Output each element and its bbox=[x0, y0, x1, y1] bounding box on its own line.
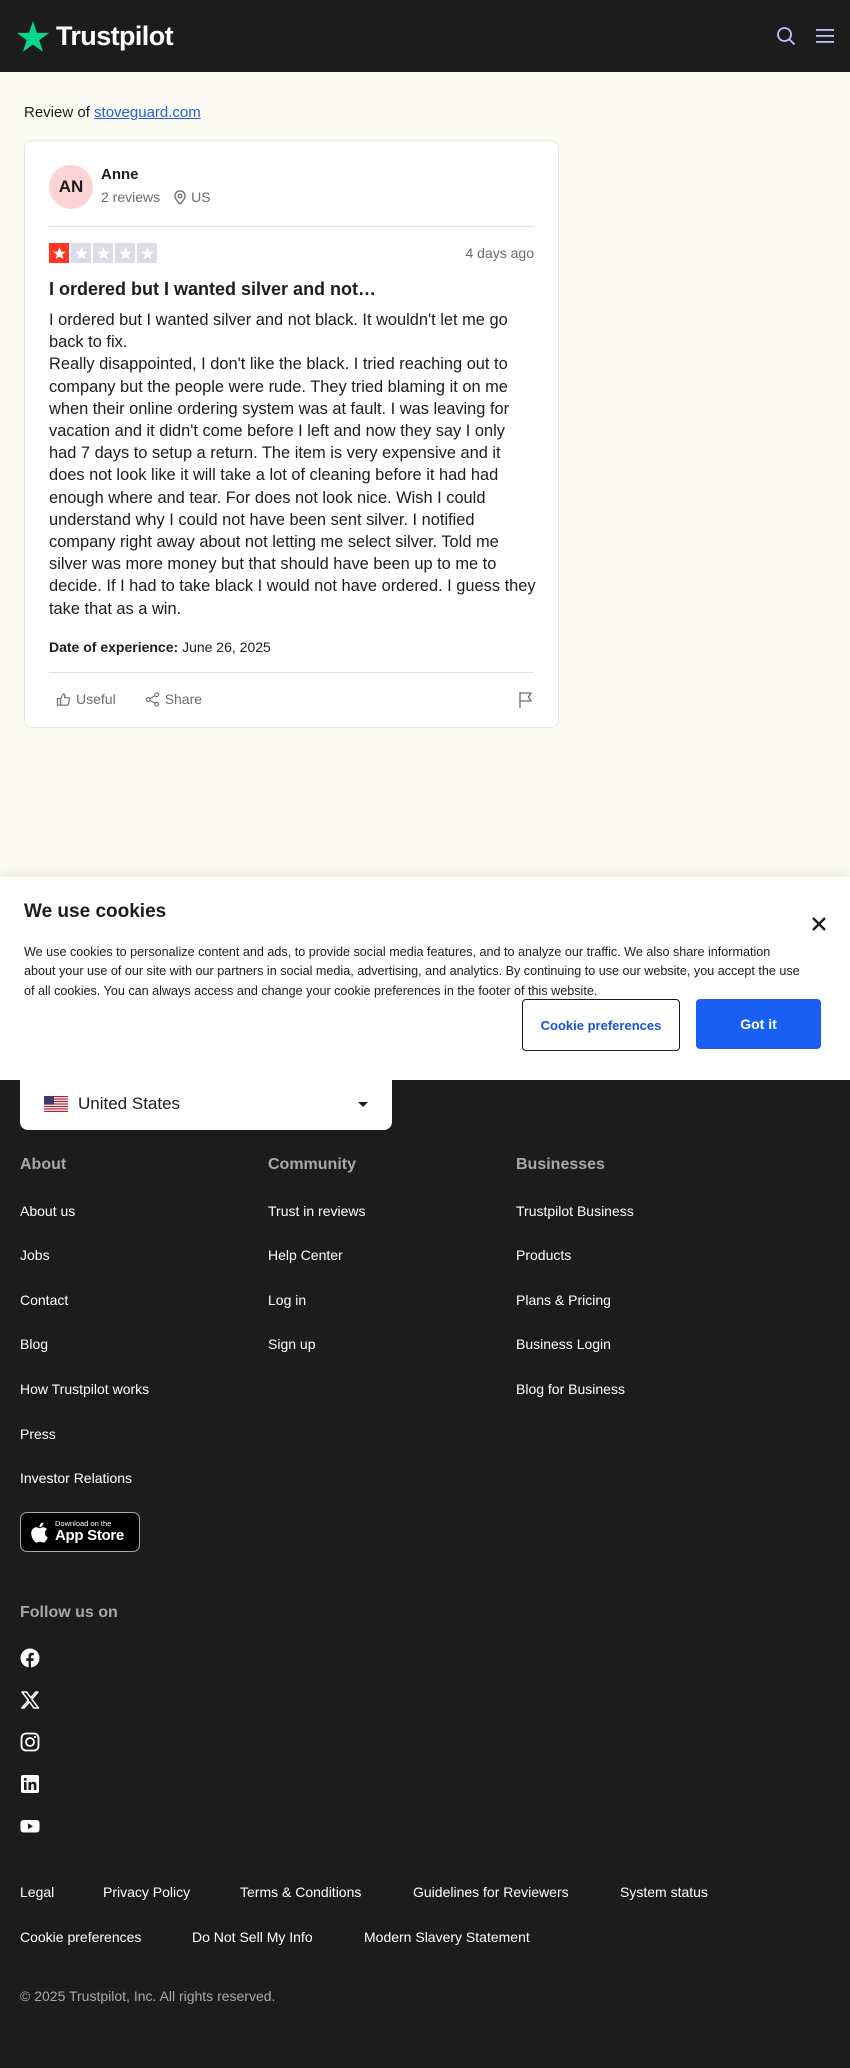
review-body: I ordered but I wanted silver and not bl… bbox=[49, 309, 536, 620]
app-store-big-text: App Store bbox=[55, 1527, 124, 1544]
review-body-line: I ordered but I wanted silver and not bl… bbox=[49, 311, 508, 352]
reviewer-review-count: 2 reviews bbox=[101, 189, 161, 205]
footer-link[interactable]: Products bbox=[516, 1247, 571, 1263]
country-selector[interactable]: United States bbox=[20, 1078, 392, 1130]
footer-link[interactable]: Blog for Business bbox=[516, 1381, 625, 1397]
footer-link[interactable]: Help Center bbox=[268, 1247, 343, 1263]
follow-heading: Follow us on bbox=[20, 1604, 118, 1621]
review-card: AN Anne 2 reviews US 4 days ago I ordere… bbox=[24, 140, 559, 728]
apple-icon bbox=[31, 1522, 48, 1543]
chevron-down-icon bbox=[358, 1102, 368, 1107]
share-icon bbox=[145, 691, 159, 707]
footer-heading-businesses: Businesses bbox=[516, 1156, 605, 1173]
star-empty-icon bbox=[115, 243, 135, 263]
site-header: Trustpilot bbox=[0, 0, 850, 72]
footer-link[interactable]: Trust in reviews bbox=[268, 1203, 366, 1219]
app-store-badge[interactable]: Download on the App Store bbox=[20, 1512, 140, 1552]
footer-link[interactable]: Jobs bbox=[20, 1247, 50, 1263]
legal-link[interactable]: Cookie preferences bbox=[20, 1929, 141, 1945]
trustpilot-star-icon bbox=[16, 21, 50, 52]
legal-link[interactable]: Legal bbox=[20, 1884, 54, 1900]
review-date: 4 days ago bbox=[465, 245, 535, 261]
reviewer-name[interactable]: Anne bbox=[101, 166, 139, 183]
x-icon[interactable] bbox=[20, 1690, 40, 1710]
date-of-experience: Date of experience: June 26, 2025 bbox=[49, 639, 271, 655]
experience-label: Date of experience: bbox=[49, 639, 179, 655]
us-flag-icon bbox=[44, 1096, 68, 1112]
review-of-line: Review of stoveguard.com bbox=[24, 104, 201, 121]
linkedin-icon[interactable] bbox=[20, 1774, 40, 1794]
review-of-label: Review of bbox=[24, 104, 90, 121]
copyright: © 2025 Trustpilot, Inc. All rights reser… bbox=[20, 1988, 276, 2004]
useful-button[interactable]: Useful bbox=[49, 691, 116, 707]
avatar[interactable]: AN bbox=[49, 165, 93, 209]
cookie-title: We use cookies bbox=[24, 901, 167, 922]
divider bbox=[49, 672, 534, 673]
legal-link[interactable]: Privacy Policy bbox=[103, 1884, 190, 1900]
review-title[interactable]: I ordered but I wanted silver and not… bbox=[49, 279, 376, 300]
facebook-icon[interactable] bbox=[20, 1648, 40, 1668]
instagram-icon[interactable] bbox=[20, 1732, 40, 1752]
star-filled-icon bbox=[49, 243, 69, 263]
legal-link[interactable]: Terms & Conditions bbox=[240, 1884, 361, 1900]
country-name: United States bbox=[78, 1094, 181, 1113]
footer-link[interactable]: How Trustpilot works bbox=[20, 1381, 149, 1397]
star-empty-icon bbox=[93, 243, 113, 263]
reviewer-meta: 2 reviews US bbox=[101, 189, 211, 205]
got-it-button[interactable]: Got it bbox=[696, 999, 821, 1049]
footer-heading-community: Community bbox=[268, 1156, 356, 1173]
close-icon[interactable] bbox=[810, 915, 828, 933]
experience-date: June 26, 2025 bbox=[182, 639, 271, 655]
footer-link[interactable]: Contact bbox=[20, 1292, 68, 1308]
legal-link[interactable]: Modern Slavery Statement bbox=[364, 1929, 530, 1945]
cookie-text: We use cookies to personalize content an… bbox=[24, 945, 800, 998]
share-button[interactable]: Share bbox=[138, 691, 202, 707]
report-flag-icon[interactable] bbox=[518, 691, 534, 714]
company-link[interactable]: stoveguard.com bbox=[94, 104, 201, 121]
cookie-banner: We use cookies We use cookies to persona… bbox=[0, 877, 850, 1080]
legal-link[interactable]: System status bbox=[620, 1884, 708, 1900]
hamburger-menu-icon[interactable] bbox=[816, 28, 834, 44]
footer-link[interactable]: Press bbox=[20, 1426, 56, 1442]
star-empty-icon bbox=[71, 243, 91, 263]
location-pin-icon bbox=[174, 189, 186, 205]
brand-name: Trustpilot bbox=[56, 20, 174, 51]
reviewer-location: US bbox=[174, 189, 211, 205]
share-label: Share bbox=[164, 691, 203, 707]
footer-link[interactable]: Trustpilot Business bbox=[516, 1203, 634, 1219]
youtube-icon[interactable] bbox=[20, 1816, 40, 1836]
legal-link[interactable]: Do Not Sell My Info bbox=[192, 1929, 313, 1945]
divider bbox=[49, 226, 534, 227]
reviewer-country: US bbox=[191, 189, 211, 205]
footer-link[interactable]: Log in bbox=[268, 1292, 306, 1308]
footer-link[interactable]: About us bbox=[20, 1203, 75, 1219]
star-empty-icon bbox=[137, 243, 157, 263]
review-actions: Useful Share bbox=[49, 691, 202, 707]
footer-link[interactable]: Investor Relations bbox=[20, 1470, 132, 1486]
footer-link[interactable]: Blog bbox=[20, 1336, 48, 1352]
star-rating bbox=[49, 243, 157, 263]
cookie-preferences-button[interactable]: Cookie preferences bbox=[522, 999, 680, 1051]
search-icon[interactable] bbox=[776, 26, 796, 46]
review-body-line: Really disappointed, I don't like the bl… bbox=[49, 355, 536, 618]
footer-link[interactable]: Sign up bbox=[268, 1336, 315, 1352]
site-footer: United States About About us Jobs Contact Bl… bbox=[0, 1078, 850, 2068]
trustpilot-logo[interactable]: Trustpilot bbox=[16, 19, 174, 53]
footer-heading-about: About bbox=[20, 1156, 67, 1173]
useful-label: Useful bbox=[76, 691, 116, 707]
legal-link[interactable]: Guidelines for Reviewers bbox=[413, 1884, 569, 1900]
footer-link[interactable]: Business Login bbox=[516, 1336, 611, 1352]
thumbs-up-icon bbox=[56, 692, 71, 706]
footer-link[interactable]: Plans & Pricing bbox=[516, 1292, 611, 1308]
